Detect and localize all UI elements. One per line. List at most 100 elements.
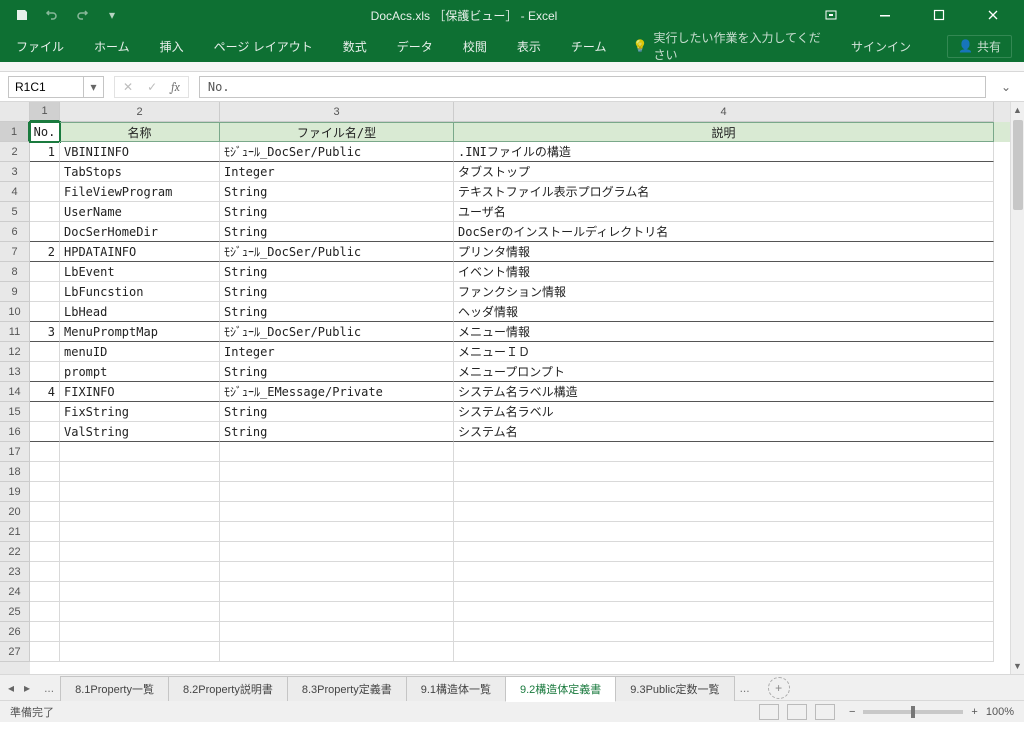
cell[interactable]: LbHead (60, 302, 220, 322)
zoom-knob[interactable] (911, 706, 915, 718)
ribbon-tab-view[interactable]: 表示 (513, 32, 545, 61)
cell[interactable] (220, 462, 454, 482)
cell[interactable]: MenuPromptMap (60, 322, 220, 342)
cell[interactable]: 2 (30, 242, 60, 262)
row-header[interactable]: 5 (0, 202, 30, 222)
cell[interactable] (220, 542, 454, 562)
cell[interactable]: 名称 (60, 122, 220, 142)
tell-me[interactable]: 💡 実行したい作業を入力してください (632, 29, 829, 63)
ribbon-options-icon[interactable] (808, 0, 854, 30)
row-header[interactable]: 21 (0, 522, 30, 542)
cell[interactable] (60, 562, 220, 582)
zoom-in-icon[interactable]: + (971, 706, 977, 718)
cell[interactable] (454, 542, 994, 562)
cell[interactable] (454, 562, 994, 582)
cell[interactable] (30, 402, 60, 422)
cell[interactable] (30, 222, 60, 242)
cell[interactable]: String (220, 282, 454, 302)
row-header[interactable]: 24 (0, 582, 30, 602)
cell[interactable]: メニュープロンプト (454, 362, 994, 382)
cell[interactable] (30, 302, 60, 322)
row-header[interactable]: 16 (0, 422, 30, 442)
cell[interactable]: String (220, 402, 454, 422)
cell[interactable] (30, 202, 60, 222)
column-header[interactable]: 1 (30, 102, 60, 122)
cell[interactable] (60, 442, 220, 462)
cell[interactable] (30, 162, 60, 182)
cell[interactable]: String (220, 222, 454, 242)
signin-link[interactable]: サインイン (851, 38, 911, 55)
cell[interactable] (220, 442, 454, 462)
cell[interactable]: String (220, 302, 454, 322)
row-header[interactable]: 11 (0, 322, 30, 342)
row-header[interactable]: 25 (0, 602, 30, 622)
minimize-icon[interactable] (862, 0, 908, 30)
cell[interactable]: VBINIINFO (60, 142, 220, 162)
cell[interactable]: ファンクション情報 (454, 282, 994, 302)
cell[interactable] (220, 482, 454, 502)
cell[interactable]: String (220, 202, 454, 222)
name-box[interactable]: ▾ (8, 76, 104, 98)
tab-next-icon[interactable]: ▸ (24, 681, 30, 695)
cell[interactable] (30, 602, 60, 622)
zoom-out-icon[interactable]: − (849, 706, 855, 718)
sheet-tab[interactable]: 9.2構造体定義書 (505, 676, 616, 702)
expand-formula-icon[interactable]: ⌄ (996, 80, 1016, 94)
cell[interactable]: 3 (30, 322, 60, 342)
cell[interactable]: FixString (60, 402, 220, 422)
cell[interactable]: ユーザ名 (454, 202, 994, 222)
sheet-tab[interactable]: 8.2Property説明書 (168, 676, 288, 701)
view-pagebreak-icon[interactable] (815, 704, 835, 720)
row-header[interactable]: 13 (0, 362, 30, 382)
ribbon-tab-home[interactable]: ホーム (90, 32, 134, 61)
qat-dropdown-icon[interactable]: ▾ (104, 7, 120, 23)
cell[interactable] (30, 642, 60, 662)
cell[interactable]: ﾓｼﾞｭｰﾙ_DocSer/Public (220, 322, 454, 342)
formula-input[interactable]: No. (199, 76, 986, 98)
cell[interactable]: String (220, 422, 454, 442)
cell[interactable] (454, 482, 994, 502)
cell[interactable]: String (220, 182, 454, 202)
cell[interactable]: 説明 (454, 122, 994, 142)
cell[interactable] (454, 582, 994, 602)
share-button[interactable]: 👤 共有 (947, 35, 1012, 58)
cell[interactable] (454, 462, 994, 482)
cell[interactable]: Integer (220, 162, 454, 182)
name-box-dropdown-icon[interactable]: ▾ (83, 77, 103, 97)
new-sheet-button[interactable]: + (768, 677, 790, 699)
accept-icon[interactable]: ✓ (147, 80, 157, 94)
zoom-level[interactable]: 100% (986, 706, 1014, 718)
cell[interactable]: ファイル名/型 (220, 122, 454, 142)
column-header[interactable]: 4 (454, 102, 994, 122)
cell[interactable] (220, 502, 454, 522)
row-header[interactable]: 4 (0, 182, 30, 202)
fx-icon[interactable]: fx (171, 80, 180, 94)
row-header[interactable]: 19 (0, 482, 30, 502)
cell[interactable]: String (220, 262, 454, 282)
save-icon[interactable] (14, 7, 30, 23)
name-box-input[interactable] (9, 80, 83, 94)
cell[interactable] (30, 342, 60, 362)
cell[interactable]: No. (30, 122, 60, 142)
close-icon[interactable] (970, 0, 1016, 30)
cell[interactable]: prompt (60, 362, 220, 382)
view-normal-icon[interactable] (759, 704, 779, 720)
cell[interactable] (220, 602, 454, 622)
cell[interactable] (60, 482, 220, 502)
cell[interactable] (30, 502, 60, 522)
cell[interactable]: DocSerのインストールディレクトリ名 (454, 222, 994, 242)
sheet-tab[interactable]: 9.3Public定数一覧 (615, 676, 734, 701)
cell[interactable] (60, 602, 220, 622)
cell[interactable]: ﾓｼﾞｭｰﾙ_DocSer/Public (220, 142, 454, 162)
cell[interactable]: .INIファイルの構造 (454, 142, 994, 162)
cell[interactable] (60, 582, 220, 602)
cell[interactable] (220, 642, 454, 662)
cell[interactable] (454, 522, 994, 542)
ribbon-tab-insert[interactable]: 挿入 (156, 32, 188, 61)
sheet-tab[interactable]: 9.1構造体一覧 (406, 676, 506, 701)
cell[interactable] (220, 522, 454, 542)
row-header[interactable]: 7 (0, 242, 30, 262)
cells-area[interactable]: No.名称ファイル名/型説明1VBINIINFOﾓｼﾞｭｰﾙ_DocSer/Pu… (30, 122, 1010, 674)
cell[interactable]: HPDATAINFO (60, 242, 220, 262)
cell[interactable] (30, 542, 60, 562)
